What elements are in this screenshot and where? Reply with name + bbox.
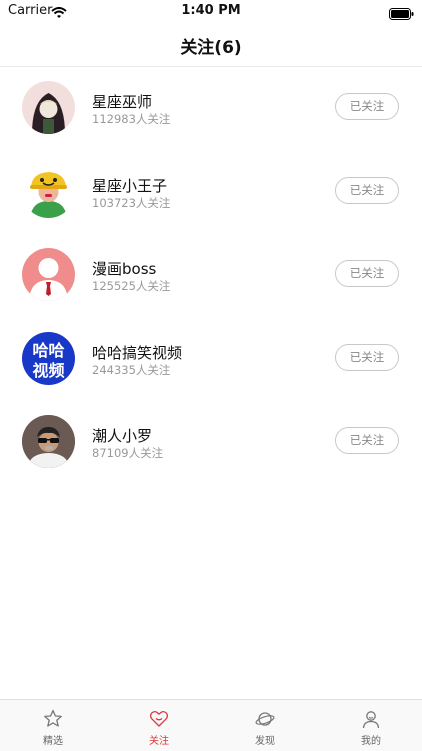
avatar-text: 视频 [32,361,64,380]
followed-button[interactable]: 已关注 [335,176,399,204]
account-name: 哈哈搞笑视频 [92,343,183,362]
tab-label: 关注 [149,736,169,747]
followed-button[interactable]: 已关注 [335,343,399,371]
tab-featured[interactable]: 精选 [0,700,106,751]
list-item[interactable]: 潮人小罗 87109人关注 已关注 [0,401,422,485]
account-name: 潮人小罗 [92,427,153,445]
tab-label: 精选 [43,736,63,747]
status-time: 1:40 PM [181,3,241,18]
list-item[interactable]: 漫画boss 125525人关注 已关注 [0,234,422,318]
account-name: 漫画boss [92,260,157,278]
planet-icon [255,709,275,733]
follow-list: 星座巫师 112983人关注 已关注 星座小王子 103723人关注 已关注 漫… [0,67,422,485]
nav-bar: 关注(6) [0,22,422,67]
tab-label: 发现 [255,736,275,747]
tab-following[interactable]: 关注 [106,700,212,751]
account-name: 星座小王子 [92,176,168,195]
follower-count: 244335人关注 [92,362,171,377]
heart-icon [149,709,169,733]
avatar[interactable] [22,415,75,468]
tab-profile[interactable]: 我的 [318,700,422,751]
account-name: 星座巫师 [92,93,153,111]
list-item[interactable]: 哈哈 视频 哈哈搞笑视频 244335人关注 已关注 [0,318,422,402]
tab-discover[interactable]: 发现 [212,700,318,751]
avatar[interactable] [22,164,75,218]
followed-button[interactable]: 已关注 [335,260,399,287]
star-icon [43,709,63,733]
avatar-text: 哈哈 [32,341,64,360]
tab-bar: 精选 关注 发现 我的 [0,699,422,751]
followed-button[interactable]: 已关注 [335,93,399,120]
avatar[interactable] [22,248,75,301]
follower-count: 125525人关注 [92,279,171,293]
follower-count: 87109人关注 [92,446,164,460]
status-bar: Carrier 1:40 PM [0,0,422,22]
avatar[interactable]: 哈哈 视频 [22,331,75,385]
followed-button[interactable]: 已关注 [335,427,399,454]
avatar[interactable] [22,81,75,134]
list-item[interactable]: 星座小王子 103723人关注 已关注 [0,151,422,235]
list-item[interactable]: 星座巫师 112983人关注 已关注 [0,67,422,151]
follower-count: 112983人关注 [92,112,171,126]
tab-label: 我的 [361,736,381,747]
follower-count: 103723人关注 [92,195,171,210]
page-title: 关注(6) [180,38,242,58]
user-icon [361,709,381,733]
